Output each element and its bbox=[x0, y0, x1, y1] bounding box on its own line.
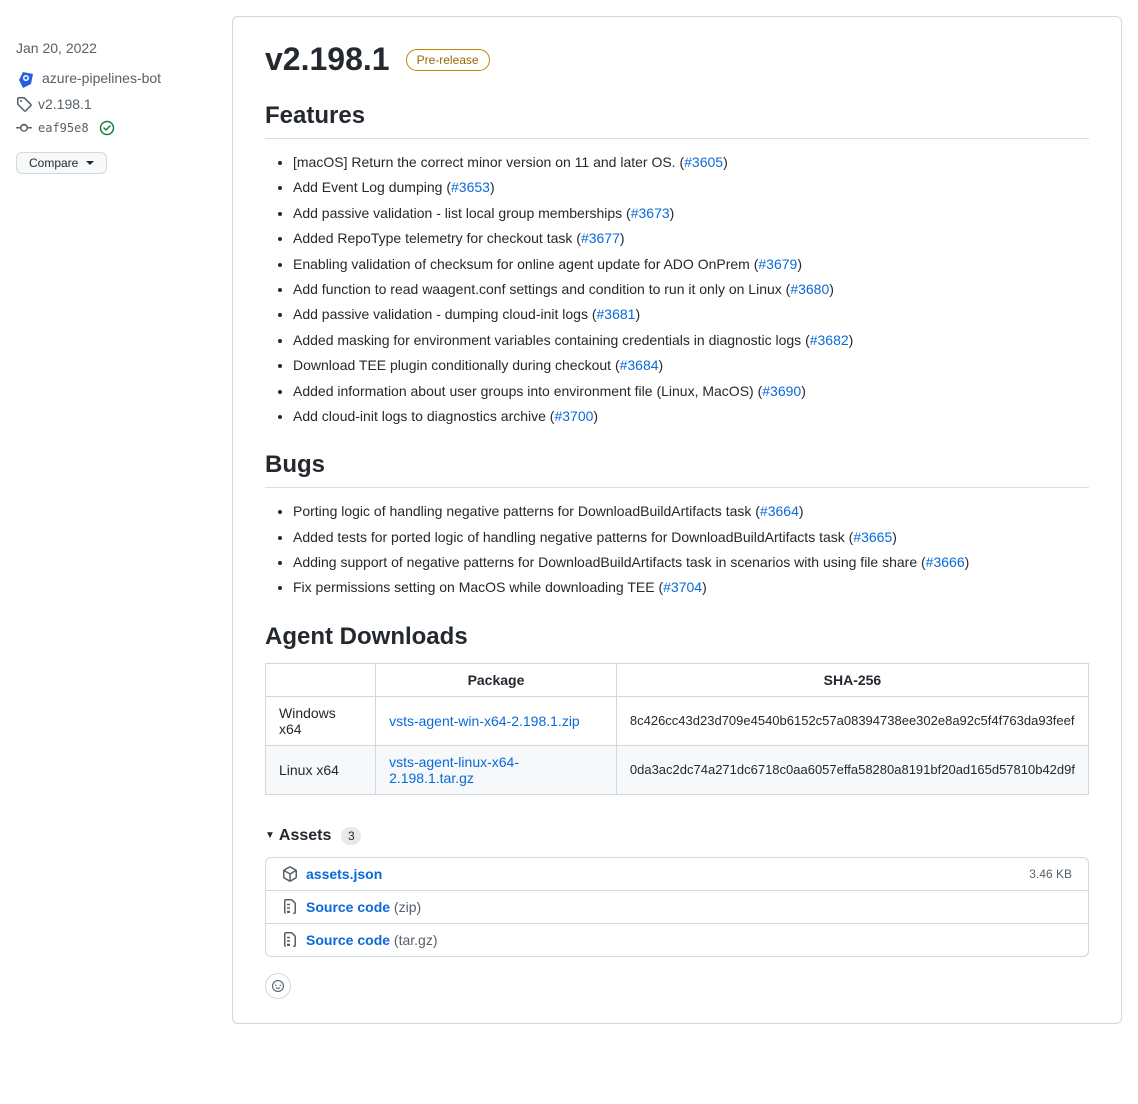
col-sha: SHA-256 bbox=[616, 663, 1088, 696]
bugs-list: Porting logic of handling negative patte… bbox=[265, 500, 1089, 599]
changelog-item: Add cloud-init logs to diagnostics archi… bbox=[293, 405, 1089, 427]
package-link[interactable]: vsts-agent-win-x64-2.198.1.zip bbox=[389, 713, 580, 729]
asset-ext: (zip) bbox=[390, 899, 421, 915]
asset-row: Source code (tar.gz) bbox=[266, 923, 1088, 956]
collapse-triangle-icon: ▼ bbox=[265, 830, 275, 841]
assets-list: assets.json3.46 KBSource code (zip)Sourc… bbox=[265, 857, 1089, 957]
changelog-item: Download TEE plugin conditionally during… bbox=[293, 354, 1089, 376]
assets-count: 3 bbox=[341, 827, 361, 845]
downloads-heading: Agent Downloads bbox=[265, 623, 1089, 651]
changelog-item: Add function to read waagent.conf settin… bbox=[293, 278, 1089, 300]
sha-cell: 0da3ac2dc74a271dc6718c0aa6057effa58280a8… bbox=[616, 745, 1088, 794]
prerelease-badge: Pre-release bbox=[406, 49, 490, 71]
package-cell: vsts-agent-win-x64-2.198.1.zip bbox=[376, 696, 617, 745]
asset-row: assets.json 3.46 KB bbox=[266, 858, 1088, 890]
compare-label: Compare bbox=[29, 156, 78, 170]
commit-icon bbox=[16, 120, 32, 136]
asset-name: Source code (zip) bbox=[306, 899, 1072, 915]
tag-icon bbox=[16, 96, 32, 112]
downloads-table: Package SHA-256 Windows x64 vsts-agent-wi… bbox=[265, 663, 1089, 795]
asset-size: 3.46 KB bbox=[1029, 867, 1072, 881]
pr-link[interactable]: #3684 bbox=[620, 357, 659, 373]
changelog-item: Add passive validation - list local grou… bbox=[293, 202, 1089, 224]
pr-link[interactable]: #3704 bbox=[663, 579, 702, 595]
release-commit[interactable]: eaf95e8 bbox=[16, 120, 216, 136]
release-date: Jan 20, 2022 bbox=[16, 40, 216, 56]
pr-link[interactable]: #3680 bbox=[790, 281, 829, 297]
dropdown-caret-icon bbox=[86, 161, 94, 165]
release-tag[interactable]: v2.198.1 bbox=[16, 96, 216, 112]
release-header: v2.198.1 Pre-release bbox=[265, 41, 1089, 78]
compare-button[interactable]: Compare bbox=[16, 152, 107, 174]
features-list: [macOS] Return the correct minor version… bbox=[265, 151, 1089, 427]
pr-link[interactable]: #3653 bbox=[451, 179, 490, 195]
smiley-icon bbox=[272, 978, 284, 994]
asset-link[interactable]: assets.json bbox=[306, 866, 382, 882]
pr-link[interactable]: #3665 bbox=[853, 529, 892, 545]
release-body: v2.198.1 Pre-release Features [macOS] Re… bbox=[232, 16, 1122, 1024]
pr-link[interactable]: #3700 bbox=[554, 408, 593, 424]
asset-link[interactable]: Source code bbox=[306, 899, 390, 915]
reactions bbox=[265, 973, 1089, 999]
changelog-item: Add passive validation - dumping cloud-i… bbox=[293, 303, 1089, 325]
changelog-item: Adding support of negative patterns for … bbox=[293, 551, 1089, 573]
pr-link[interactable]: #3690 bbox=[762, 383, 801, 399]
verified-icon bbox=[99, 120, 115, 136]
package-link[interactable]: vsts-agent-linux-x64-2.198.1.tar.gz bbox=[389, 754, 519, 786]
col-package: Package bbox=[376, 663, 617, 696]
assets-heading: Assets bbox=[279, 827, 331, 845]
commit-sha: eaf95e8 bbox=[38, 121, 89, 135]
changelog-item: Added tests for ported logic of handling… bbox=[293, 526, 1089, 548]
asset-row: Source code (zip) bbox=[266, 890, 1088, 923]
pr-link[interactable]: #3677 bbox=[581, 230, 620, 246]
download-row: Windows x64 vsts-agent-win-x64-2.198.1.zi… bbox=[266, 696, 1089, 745]
pr-link[interactable]: #3673 bbox=[631, 205, 670, 221]
release-title: v2.198.1 bbox=[265, 41, 390, 78]
changelog-item: Added masking for environment variables … bbox=[293, 329, 1089, 351]
changelog-item: Porting logic of handling negative patte… bbox=[293, 500, 1089, 522]
changelog-item: Fix permissions setting on MacOS while d… bbox=[293, 576, 1089, 598]
release-sidebar: Jan 20, 2022 azure-pipelines-bot v2.198.… bbox=[16, 16, 216, 1024]
pr-link[interactable]: #3679 bbox=[758, 256, 797, 272]
download-row: Linux x64 vsts-agent-linux-x64-2.198.1.ta… bbox=[266, 745, 1089, 794]
author-link[interactable]: azure-pipelines-bot bbox=[42, 70, 161, 86]
bugs-heading: Bugs bbox=[265, 451, 1089, 488]
pr-link[interactable]: #3664 bbox=[760, 503, 799, 519]
sha-cell: 8c426cc43d23d709e4540b6152c57a08394738ee… bbox=[616, 696, 1088, 745]
add-reaction-button[interactable] bbox=[265, 973, 291, 999]
package-cell: vsts-agent-linux-x64-2.198.1.tar.gz bbox=[376, 745, 617, 794]
pr-link[interactable]: #3605 bbox=[684, 154, 723, 170]
tag-name: v2.198.1 bbox=[38, 96, 92, 112]
changelog-item: Added RepoType telemetry for checkout ta… bbox=[293, 227, 1089, 249]
pr-link[interactable]: #3681 bbox=[597, 306, 636, 322]
pr-link[interactable]: #3682 bbox=[810, 332, 849, 348]
asset-name: Source code (tar.gz) bbox=[306, 932, 1072, 948]
zip-icon bbox=[282, 932, 298, 948]
author-avatar-icon bbox=[16, 68, 36, 88]
zip-icon bbox=[282, 899, 298, 915]
changelog-item: Add Event Log dumping (#3653) bbox=[293, 176, 1089, 198]
changelog-item: Added information about user groups into… bbox=[293, 380, 1089, 402]
release-author[interactable]: azure-pipelines-bot bbox=[16, 68, 216, 88]
features-heading: Features bbox=[265, 102, 1089, 139]
col-platform bbox=[266, 663, 376, 696]
asset-name: assets.json bbox=[306, 866, 1029, 882]
changelog-item: Enabling validation of checksum for onli… bbox=[293, 253, 1089, 275]
platform-cell: Windows x64 bbox=[266, 696, 376, 745]
asset-link[interactable]: Source code bbox=[306, 932, 390, 948]
assets-section: ▼ Assets 3 assets.json 3.46 KB Source code… bbox=[265, 827, 1089, 957]
asset-ext: (tar.gz) bbox=[390, 932, 437, 948]
platform-cell: Linux x64 bbox=[266, 745, 376, 794]
package-icon bbox=[282, 866, 298, 882]
changelog-item: [macOS] Return the correct minor version… bbox=[293, 151, 1089, 173]
assets-toggle[interactable]: ▼ Assets 3 bbox=[265, 827, 1089, 845]
pr-link[interactable]: #3666 bbox=[926, 554, 965, 570]
